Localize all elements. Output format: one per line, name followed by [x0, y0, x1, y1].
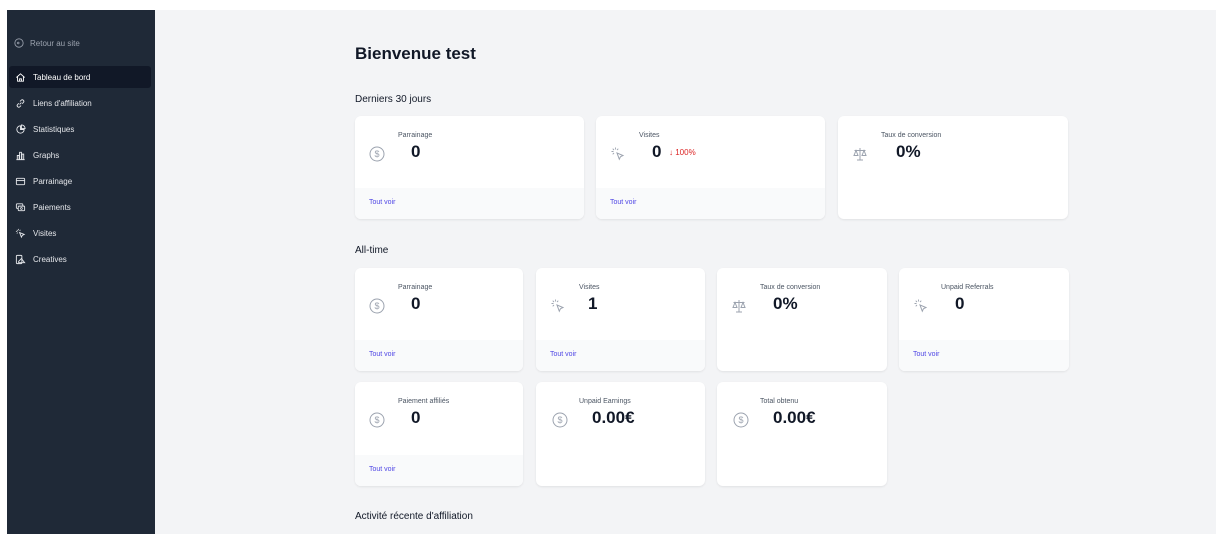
svg-text:$: $: [738, 415, 743, 425]
card-value: 0: [411, 408, 421, 427]
home-icon: [16, 72, 25, 82]
page-title: Bienvenue test: [355, 44, 476, 63]
card-alltime-unpaid-earnings: $ Unpaid Earnings 0.00€: [536, 382, 705, 486]
sidebar-item-visites[interactable]: Visites: [9, 222, 151, 244]
view-all-link[interactable]: Tout voir: [550, 351, 576, 358]
cursor-click-icon: [611, 147, 625, 161]
card-label: Taux de conversion: [760, 284, 821, 291]
dollar-icon: $: [369, 412, 385, 428]
card-alltime-parrainage: $ Parrainage 0 Tout voir: [355, 268, 523, 371]
dollar-icon: $: [369, 298, 385, 314]
card-footer: Tout voir: [596, 188, 825, 219]
card-value: 0: [652, 142, 662, 161]
section-title-alltime: All-time: [355, 245, 389, 256]
back-to-site-link[interactable]: Retour au site: [14, 38, 80, 48]
card-footer: Tout voir: [899, 340, 1069, 371]
card-value: 0: [955, 294, 965, 313]
sidebar-item-label: Graphs: [33, 150, 60, 160]
sidebar-item-label: Creatives: [33, 254, 67, 264]
cursor-click-icon: [914, 299, 928, 313]
svg-text:$: $: [557, 415, 562, 425]
card-alltime-visites: Visites 1 Tout voir: [536, 268, 705, 371]
cursor-click-icon: [551, 299, 565, 313]
cursor-click-icon: [15, 228, 26, 238]
link-icon: [16, 98, 25, 108]
card-value: 0: [411, 294, 421, 313]
card-value: 0.00€: [773, 408, 816, 427]
card-label: Paiement affiliés: [398, 398, 450, 405]
card-value: 0%: [773, 294, 798, 313]
sidebar-item-label: Paiements: [33, 202, 71, 212]
sidebar-item-paiements[interactable]: Paiements: [9, 196, 151, 218]
card-value: 0: [411, 142, 421, 161]
bar-chart-icon: [16, 151, 25, 160]
card-label: Visites: [579, 284, 600, 291]
card-label: Unpaid Referrals: [941, 284, 994, 291]
card-recent-taux-conversion: Taux de conversion 0%: [838, 116, 1068, 219]
scale-icon: [853, 148, 867, 161]
section-title-activity: Activité récente d'affiliation: [355, 511, 473, 522]
view-all-link[interactable]: Tout voir: [913, 351, 939, 358]
view-all-link[interactable]: Tout voir: [369, 199, 395, 206]
card-recent-visites: Visites 0 ↓ 100% Tout voir: [596, 116, 825, 219]
card-alltime-unpaid-referrals: Unpaid Referrals 0 Tout voir: [899, 268, 1069, 371]
change-indicator: ↓ 100%: [669, 148, 696, 157]
sidebar-item-creatives[interactable]: Creatives: [9, 248, 151, 270]
credit-card-icon: [15, 177, 26, 185]
view-all-link[interactable]: Tout voir: [369, 351, 395, 358]
card-footer: Tout voir: [355, 455, 523, 486]
sidebar-nav: Tableau de bord Liens d'affiliation Stat…: [9, 66, 151, 274]
dollar-icon: $: [552, 412, 568, 428]
affiliate-dashboard: Retour au site Tableau de bord Liens d'a…: [0, 0, 1216, 534]
card-value: 0%: [896, 142, 921, 161]
card-label: Total obtenu: [760, 398, 799, 405]
card-recent-parrainage: $ Parrainage 0 Tout voir: [355, 116, 584, 219]
card-alltime-total-obtenu: $ Total obtenu 0.00€: [717, 382, 887, 486]
dollar-icon: $: [733, 412, 749, 428]
arrow-left-circle-icon: [14, 38, 24, 48]
sidebar-item-parrainage[interactable]: Parrainage: [9, 170, 151, 192]
section-title-recent: Derniers 30 jours: [355, 94, 432, 105]
pie-chart-icon: [16, 123, 26, 134]
sidebar-item-graphs[interactable]: Graphs: [9, 144, 151, 166]
creatives-icon: [15, 254, 26, 264]
card-footer: Tout voir: [536, 340, 705, 371]
svg-text:$: $: [374, 149, 379, 159]
card-footer: Tout voir: [355, 340, 523, 371]
svg-text:$: $: [374, 301, 379, 311]
card-label: Taux de conversion: [881, 132, 942, 139]
payments-icon: [15, 202, 26, 211]
sidebar-item-label: Liens d'affiliation: [33, 98, 92, 108]
sidebar-item-liens-affiliation[interactable]: Liens d'affiliation: [9, 92, 151, 114]
back-to-site-label: Retour au site: [30, 38, 80, 48]
card-label: Parrainage: [398, 284, 433, 291]
card-label: Unpaid Earnings: [579, 398, 631, 405]
sidebar-item-label: Visites: [33, 228, 57, 238]
sidebar: Retour au site Tableau de bord Liens d'a…: [7, 10, 155, 534]
card-footer: Tout voir: [355, 188, 584, 219]
view-all-link[interactable]: Tout voir: [369, 466, 395, 473]
main-content: Bienvenue test Derniers 30 jours $ Parra…: [155, 10, 1216, 534]
scale-icon: [732, 300, 746, 313]
sidebar-item-label: Statistiques: [33, 124, 75, 134]
card-value: 0.00€: [592, 408, 635, 427]
card-label: Visites: [639, 132, 660, 139]
card-alltime-taux-conversion: Taux de conversion 0%: [717, 268, 887, 371]
view-all-link[interactable]: Tout voir: [610, 199, 636, 206]
card-alltime-paiement-affilies: $ Paiement affiliés 0 Tout voir: [355, 382, 523, 486]
dollar-icon: $: [369, 146, 385, 162]
svg-text:$: $: [374, 415, 379, 425]
sidebar-item-tableau-de-bord[interactable]: Tableau de bord: [9, 66, 151, 88]
sidebar-item-label: Parrainage: [33, 176, 73, 186]
sidebar-item-statistiques[interactable]: Statistiques: [9, 118, 151, 140]
card-value: 1: [588, 294, 598, 313]
card-label: Parrainage: [398, 132, 433, 139]
sidebar-item-label: Tableau de bord: [33, 72, 91, 82]
